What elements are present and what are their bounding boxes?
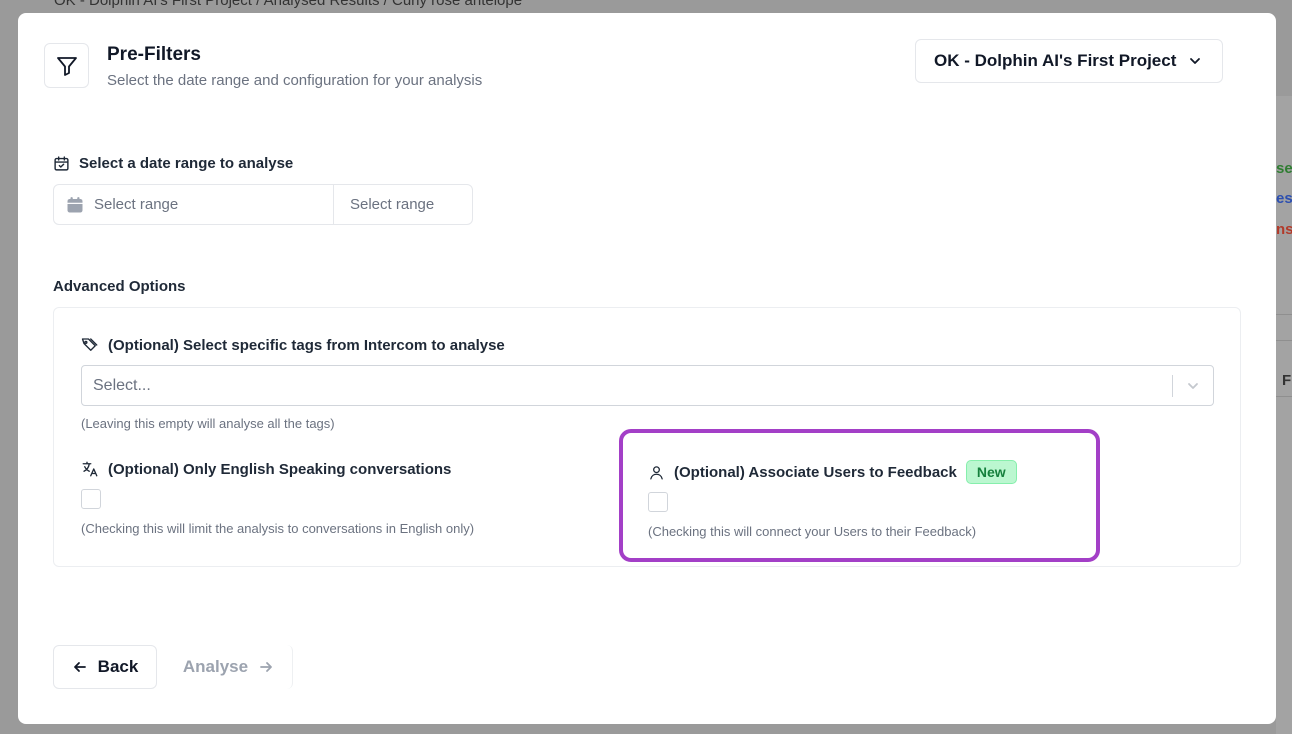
project-select-label: OK - Dolphin AI's First Project [934, 51, 1177, 70]
tags-icon [81, 338, 98, 351]
advanced-options-title: Advanced Options [53, 278, 186, 295]
english-only-hint: (Checking this will limit the analysis t… [81, 521, 475, 536]
project-select[interactable]: OK - Dolphin AI's First Project [915, 39, 1223, 83]
background-side-text: se [1276, 160, 1292, 177]
tags-hint: (Leaving this empty will analyse all the… [81, 416, 335, 431]
background-side-text: F [1282, 372, 1292, 389]
background-breadcrumb: OK - Dolphin AI's First Project / Analys… [54, 0, 523, 9]
background-divider [1276, 314, 1292, 315]
filter-icon-box [44, 43, 89, 88]
arrow-left-icon [73, 662, 86, 672]
advanced-options-title-text: Advanced Options [53, 278, 186, 295]
page-subtitle: Select the date range and configuration … [107, 72, 483, 89]
arrow-right-icon [260, 662, 272, 672]
tags-select-dropdown[interactable] [1173, 379, 1213, 393]
tags-select-placeholder: Select... [93, 376, 151, 394]
back-button-label: Back [97, 657, 139, 676]
english-only-label-text: (Optional) Only English Speaking convers… [108, 460, 452, 478]
date-range-label: Select a date range to analyse [53, 155, 293, 172]
tags-label-text: (Optional) Select specific tags from Int… [108, 336, 505, 354]
calendar-icon [67, 196, 83, 212]
background-divider [1276, 396, 1292, 397]
date-range-picker: Select range Select range [53, 184, 473, 225]
background-side-text: nse [1276, 221, 1292, 238]
background-side-text: es [1276, 190, 1292, 207]
date-range-end[interactable]: Select range [334, 185, 472, 224]
highlight-annotation [619, 429, 1100, 562]
english-only-checkbox[interactable] [81, 489, 101, 509]
back-button[interactable]: Back [53, 645, 157, 689]
date-range-end-placeholder: Select range [350, 196, 435, 213]
calendar-check-icon [54, 156, 69, 171]
background-divider [1276, 340, 1292, 341]
chevron-down-icon [1190, 58, 1201, 64]
tags-label: (Optional) Select specific tags from Int… [81, 336, 505, 354]
filter-icon [56, 56, 77, 76]
chevron-down-icon [1188, 382, 1198, 389]
date-range-start[interactable]: Select range [54, 185, 334, 224]
tags-select[interactable]: Select... [81, 365, 1214, 406]
analyse-button[interactable]: Analyse [165, 645, 293, 689]
page-title: Pre-Filters [107, 44, 201, 65]
english-only-label: (Optional) Only English Speaking convers… [81, 460, 451, 478]
analyse-button-label: Analyse [182, 657, 249, 676]
pre-filters-modal: Pre-Filters Select the date range and co… [18, 13, 1276, 724]
date-range-label-text: Select a date range to analyse [79, 155, 294, 172]
translate-icon [82, 461, 98, 477]
date-range-start-placeholder: Select range [94, 196, 179, 213]
